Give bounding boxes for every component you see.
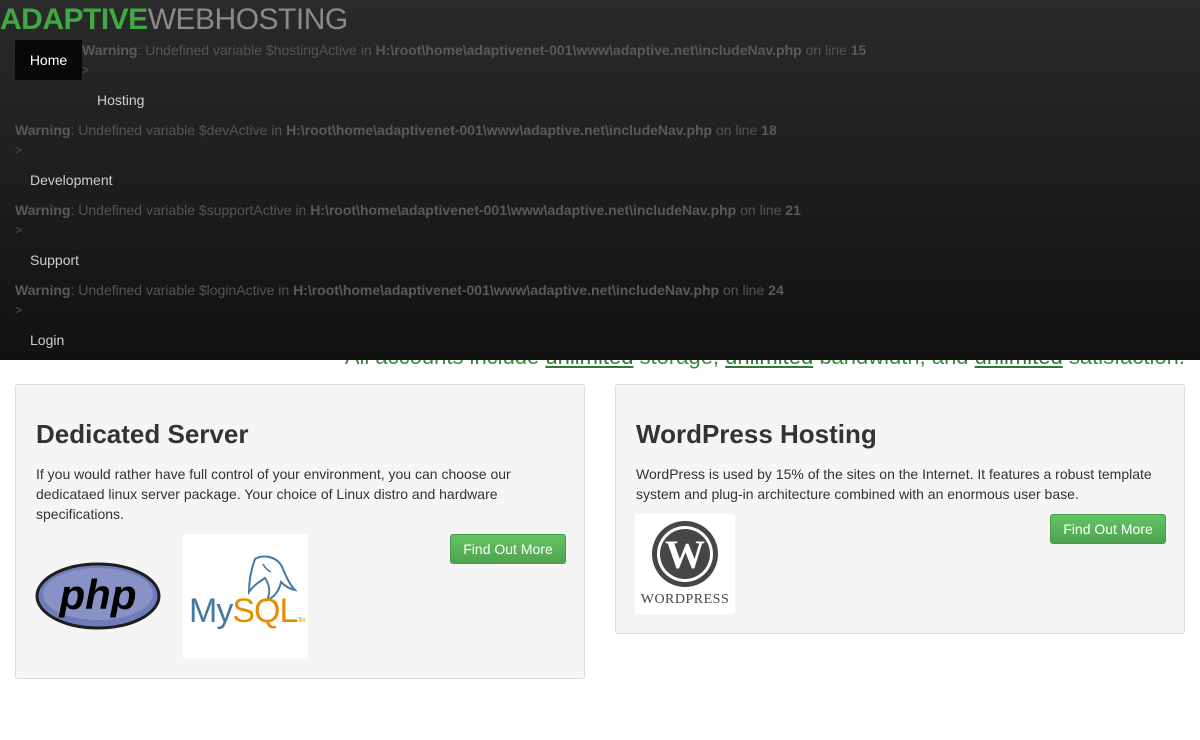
mysql-tm: TM [297,618,305,624]
arrow-text: > [15,303,23,317]
nav-support[interactable]: Support [30,252,79,268]
dedicated-server-panel: Dedicated Server If you would rather hav… [15,384,585,679]
nav-hosting[interactable]: Hosting [97,92,144,108]
php-logo-text: php [59,571,137,618]
warning-path: H:\root\home\adaptivenet-001\www\adaptiv… [310,202,737,218]
mysql-my: My [189,592,233,630]
warning-message: : Undefined variable $loginActive in [70,282,294,298]
wordpress-logo-text: WORDPRESS [640,592,730,607]
php-warning: Warning: Undefined variable $supportActi… [15,201,801,219]
warning-message: : Undefined variable $devActive in [70,122,287,138]
wordpress-hosting-panel: WordPress Hosting WordPress is used by 1… [615,384,1185,634]
brand-part-2: WEBHOSTING [147,3,349,36]
svg-text:W: W [665,532,705,577]
mysql-logo: MySQLTM [183,534,308,659]
arrow-text: > [15,223,23,237]
php-warning: Warning: Undefined variable $loginActive… [15,281,784,299]
nav-home-label: Home [29,52,68,68]
warning-line: 24 [768,282,784,298]
warning-label: Warning [82,42,138,58]
warning-online: on line [719,282,769,298]
php-warning: Warning: Undefined variable $devActive i… [15,121,777,139]
arrow-text: > [15,143,23,157]
panel-title: WordPress Hosting [636,419,877,449]
panel-title: Dedicated Server [36,419,249,449]
warning-label: Warning [15,122,71,138]
warning-path: H:\root\home\adaptivenet-001\www\adaptiv… [375,42,802,58]
navbar: ADAPTIVEWEBHOSTING Warning: Undefined va… [0,0,1200,360]
php-logo-icon: php [35,562,161,630]
brand-part-1: ADAPTIVE [0,3,148,36]
warning-label: Warning [15,202,71,218]
warning-online: on line [712,122,762,138]
nav-login[interactable]: Login [30,332,64,348]
find-out-more-button[interactable]: Find Out More [450,534,566,564]
wordpress-logo: W WORDPRESS [635,514,735,614]
warning-online: on line [736,202,786,218]
warning-path: H:\root\home\adaptivenet-001\www\adaptiv… [286,122,713,138]
warning-path: H:\root\home\adaptivenet-001\www\adaptiv… [293,282,720,298]
php-warning: Warning: Undefined variable $hostingActi… [82,41,866,59]
warning-line: 21 [785,202,801,218]
find-out-more-button[interactable]: Find Out More [1050,514,1166,544]
warning-label: Warning [15,282,71,298]
mysql-sql: SQL [232,592,298,630]
mysql-logo-text: MySQLTM [189,592,305,631]
warning-online: on line [801,42,851,58]
nav-development[interactable]: Development [30,172,113,188]
warning-message: : Undefined variable $hostingActive in [137,42,376,58]
warning-message: : Undefined variable $supportActive in [70,202,311,218]
brand-logo[interactable]: ADAPTIVEWEBHOSTING [0,2,348,38]
warning-line: 15 [850,42,867,58]
panel-description: WordPress is used by 15% of the sites on… [636,466,1152,502]
arrow-text: > [82,63,90,77]
panel-description: If you would rather have full control of… [36,466,511,522]
nav-home[interactable]: Home [15,40,82,80]
warning-line: 18 [761,122,777,138]
